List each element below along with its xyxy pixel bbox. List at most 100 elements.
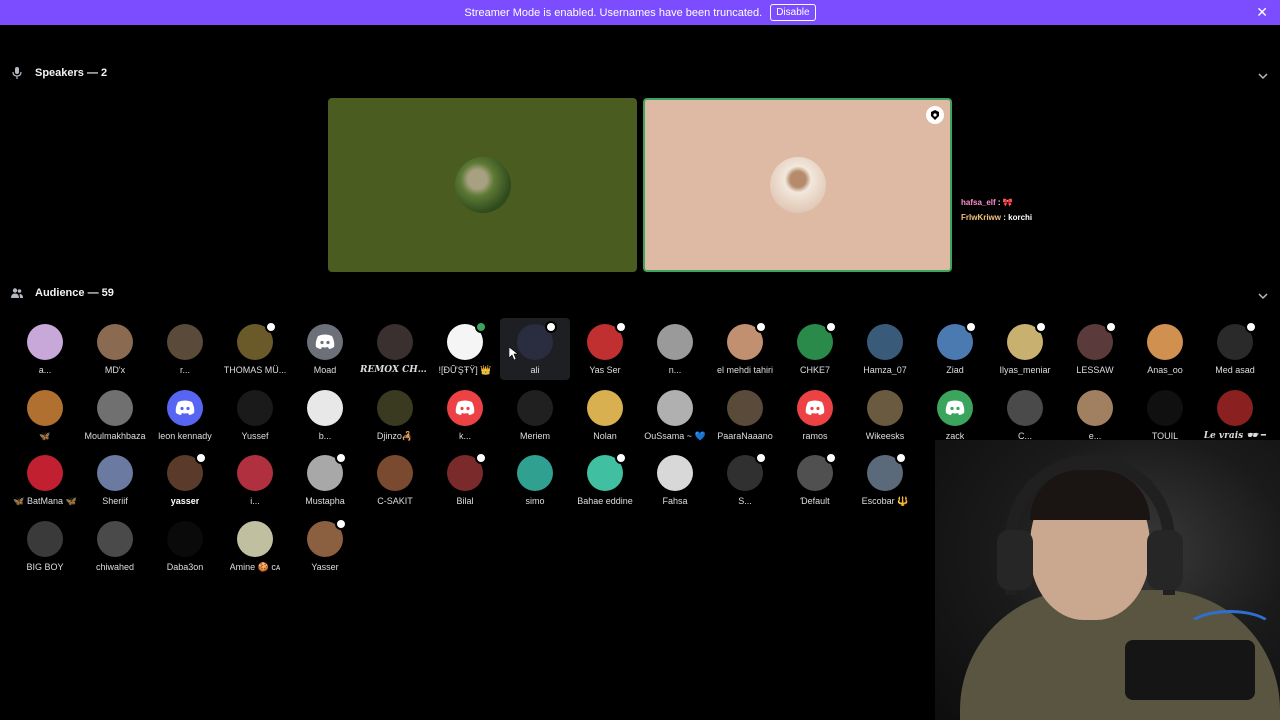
audience-member[interactable]: Fahsa — [640, 449, 710, 511]
audience-member[interactable]: REMOX CHIL... — [360, 318, 430, 380]
member-name: simo — [525, 496, 545, 506]
speakers-header[interactable]: Speakers — 2 — [0, 63, 1280, 83]
audience-member[interactable]: Ziad — [920, 318, 990, 380]
member-name: Nolan — [593, 430, 617, 441]
audience-member[interactable]: Djinzo🦂 — [360, 384, 430, 446]
audience-member[interactable]: Le vrais 🕶 ━ — [1200, 384, 1270, 446]
audience-member[interactable]: Yas Ser — [570, 318, 640, 380]
speaker-tile-active[interactable] — [643, 98, 952, 272]
audience-member[interactable]: yasser — [150, 449, 220, 511]
avatar — [517, 455, 553, 491]
disable-streamer-mode-button[interactable]: Disable — [770, 4, 816, 21]
audience-member[interactable]: 🦋 BatMana 🦋 — [10, 449, 80, 511]
audience-member[interactable]: ![ĐỮŞŦŸ] 👑 — [430, 318, 500, 380]
audience-member[interactable]: Yussef — [220, 384, 290, 446]
audience-member[interactable]: simo — [500, 449, 570, 511]
chat-username: hafsa_elf — [961, 198, 996, 207]
status-badge — [335, 517, 347, 530]
avatar — [727, 321, 767, 360]
microphone-icon — [11, 67, 23, 79]
member-name: CHKE7 — [799, 365, 830, 375]
avatar — [97, 324, 133, 360]
member-name: zack — [945, 430, 965, 441]
audience-member[interactable]: Daba3on — [150, 515, 220, 577]
audience-member[interactable]: el mehdi tahiri — [710, 318, 780, 380]
audience-member[interactable]: zack — [920, 384, 990, 446]
audience-member[interactable]: Bilal — [430, 449, 500, 511]
status-badge — [195, 452, 207, 464]
audience-member[interactable]: BIG BOY — [10, 515, 80, 577]
audience-member[interactable]: CHKE7 — [780, 318, 850, 380]
audience-member[interactable]: Anas_oo — [1130, 318, 1200, 380]
chat-line: FrIwKriww : korchi — [961, 213, 1032, 222]
member-name: Wikeesks — [865, 430, 905, 441]
avatar — [27, 389, 63, 426]
audience-member[interactable]: OuSsama ~ 💙 — [640, 384, 710, 446]
audience-member[interactable]: b... — [290, 384, 360, 446]
member-name: i... — [250, 496, 260, 506]
member-name: Hamza_07 — [863, 365, 907, 375]
member-name: k... — [458, 430, 471, 441]
audience-member[interactable]: Moad — [290, 318, 360, 380]
audience-member[interactable]: MD'x — [80, 318, 150, 380]
avatar — [517, 321, 557, 360]
member-name: 🦋 BatMana 🦋 — [13, 496, 77, 506]
audience-member[interactable]: Mustapha — [290, 449, 360, 511]
audience-member[interactable]: Escobar 🔱 — [850, 449, 920, 511]
audience-member[interactable]: PaaraNaaano — [710, 384, 780, 446]
avatar — [657, 455, 693, 491]
audience-member[interactable]: n... — [640, 318, 710, 380]
member-name: Bilal — [456, 496, 474, 506]
headset-earcup-left — [997, 530, 1033, 590]
audience-member[interactable]: Yasser — [290, 515, 360, 577]
audience-member[interactable]: Wikeesks — [850, 384, 920, 446]
member-name: chiwahed — [95, 561, 135, 572]
audience-member[interactable]: Nolan — [570, 384, 640, 446]
audience-member[interactable]: e... — [1060, 384, 1130, 446]
audience-member[interactable]: LESSAW — [1060, 318, 1130, 380]
audience-member[interactable]: chiwahed — [80, 515, 150, 577]
audience-member[interactable]: THOMAS MÜ... — [220, 318, 290, 380]
chevron-down-icon[interactable] — [1258, 68, 1268, 80]
avatar — [237, 321, 277, 360]
audience-member[interactable]: leon kennady — [150, 384, 220, 446]
chevron-down-icon[interactable] — [1258, 288, 1268, 300]
member-name: Amine 🍪 ᴄᴀ — [229, 561, 281, 572]
member-name: Moulmakhbaza — [84, 430, 146, 441]
audience-member[interactable]: k... — [430, 384, 500, 446]
audience-member[interactable]: ramos — [780, 384, 850, 446]
audience-member[interactable]: Hamza_07 — [850, 318, 920, 380]
audience-header[interactable]: Audience — 59 — [0, 283, 1280, 303]
audience-member[interactable]: Med asad — [1200, 318, 1270, 380]
audience-member[interactable]: C-SAKIT — [360, 449, 430, 511]
streamer-mode-banner: Streamer Mode is enabled. Usernames have… — [0, 0, 1280, 25]
audience-member[interactable]: r... — [150, 318, 220, 380]
avatar — [27, 520, 63, 557]
headset-earcup-right — [1147, 530, 1183, 590]
member-name: Yas Ser — [589, 365, 621, 375]
audience-member[interactable]: C... — [990, 384, 1060, 446]
audience-member[interactable]: Sheriif — [80, 449, 150, 511]
audience-member[interactable]: Bahae eddine — [570, 449, 640, 511]
audience-member[interactable]: S... — [710, 449, 780, 511]
speaker-tile[interactable] — [328, 98, 637, 272]
member-name: n... — [668, 365, 682, 375]
audience-member[interactable]: Moulmakhbaza — [80, 384, 150, 446]
audience-member[interactable]: Amine 🍪 ᴄᴀ — [220, 515, 290, 577]
audience-member[interactable]: i... — [220, 449, 290, 511]
audience-member[interactable]: 🦋 — [10, 384, 80, 446]
avatar — [867, 389, 903, 426]
member-name: S... — [738, 496, 752, 506]
webcam-overlay — [935, 440, 1280, 720]
avatar — [447, 321, 487, 360]
audience-member[interactable]: Ilyas_meniar — [990, 318, 1060, 380]
audience-member[interactable]: Meriem — [500, 384, 570, 446]
audience-member[interactable]: TOUIL — [1130, 384, 1200, 446]
audience-member[interactable]: a... — [10, 318, 80, 380]
member-name: PaaraNaaano — [717, 430, 773, 441]
audience-member[interactable]: Ɗefault — [780, 449, 850, 511]
chat-message: korchi — [1008, 213, 1033, 222]
close-icon[interactable]: ✕ — [1256, 4, 1268, 20]
member-name: Fahsa — [662, 496, 688, 506]
status-badge — [755, 321, 767, 333]
